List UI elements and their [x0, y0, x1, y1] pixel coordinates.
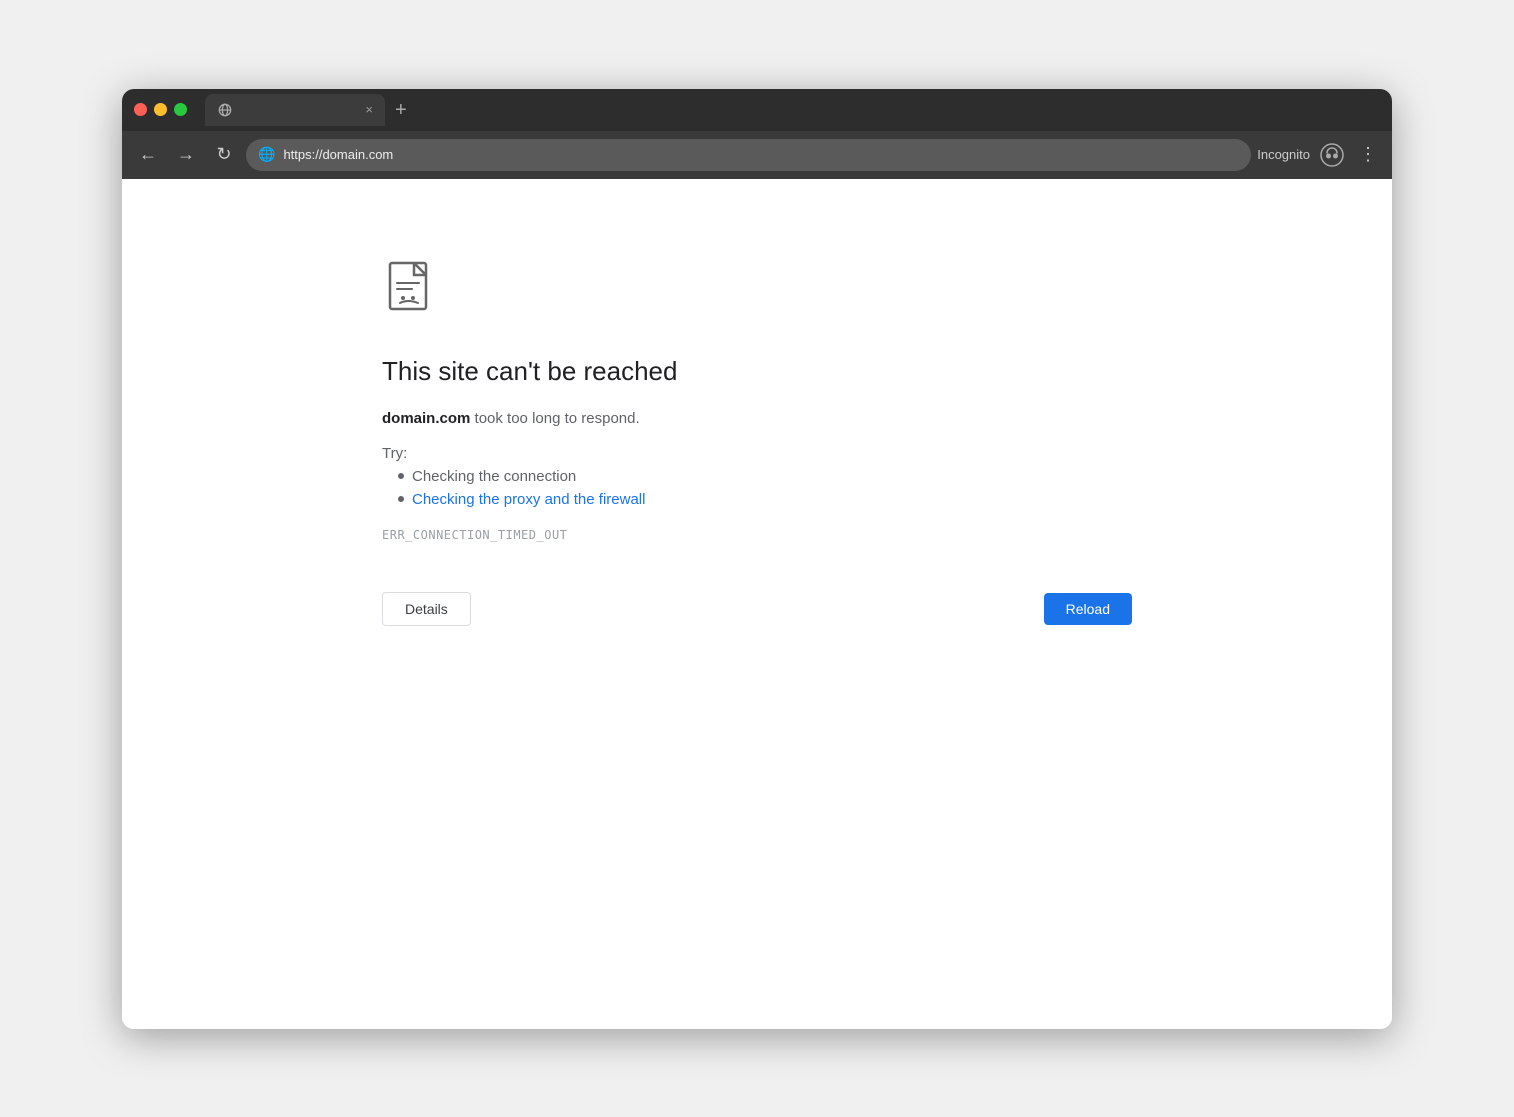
error-code: ERR_CONNECTION_TIMED_OUT — [382, 528, 1132, 542]
incognito-icon — [1318, 141, 1346, 169]
reload-button[interactable]: Reload — [1044, 593, 1132, 625]
toolbar-right: Incognito ⋮ — [1257, 141, 1382, 169]
incognito-label: Incognito — [1257, 147, 1310, 162]
proxy-firewall-link[interactable]: Checking the proxy and the firewall — [412, 491, 645, 508]
domain-bold: domain.com — [382, 410, 470, 427]
list-item[interactable]: Checking the proxy and the firewall — [398, 491, 1132, 508]
bullet-icon — [398, 473, 404, 479]
details-button[interactable]: Details — [382, 592, 471, 626]
button-row: Details Reload — [382, 592, 1132, 626]
new-tab-button[interactable]: + — [389, 100, 413, 120]
tab-favicon-icon — [217, 102, 233, 118]
error-container: This site can't be reached domain.com to… — [382, 259, 1132, 626]
browser-menu-button[interactable]: ⋮ — [1354, 144, 1382, 165]
close-window-button[interactable] — [134, 103, 147, 116]
title-bar: × + — [122, 89, 1392, 131]
tab-bar: × + — [205, 94, 1380, 126]
bullet-icon — [398, 496, 404, 502]
tab-close-button[interactable]: × — [365, 103, 373, 116]
sad-document-icon — [382, 259, 1132, 326]
description-rest: took too long to respond. — [470, 410, 639, 427]
list-item: Checking the connection — [398, 468, 1132, 485]
error-description: domain.com took too long to respond. — [382, 407, 1132, 431]
reload-page-button[interactable]: ↻ — [208, 139, 240, 171]
forward-button[interactable]: → — [170, 139, 202, 171]
error-heading: This site can't be reached — [382, 356, 1132, 387]
browser-toolbar: ← → ↻ 🌐 https://domain.com Incognito ⋮ — [122, 131, 1392, 179]
try-label: Try: — [382, 445, 1132, 462]
traffic-lights — [134, 103, 187, 116]
browser-tab[interactable]: × — [205, 94, 385, 126]
suggestions-list: Checking the connection Checking the pro… — [398, 468, 1132, 508]
maximize-window-button[interactable] — [174, 103, 187, 116]
back-button[interactable]: ← — [132, 139, 164, 171]
address-text: https://domain.com — [283, 147, 1239, 162]
minimize-window-button[interactable] — [154, 103, 167, 116]
address-bar[interactable]: 🌐 https://domain.com — [246, 139, 1251, 171]
address-secure-icon: 🌐 — [258, 146, 275, 163]
page-content: This site can't be reached domain.com to… — [122, 179, 1392, 1029]
browser-window: × + ← → ↻ 🌐 https://domain.com Incognito… — [122, 89, 1392, 1029]
suggestion-connection: Checking the connection — [412, 468, 576, 485]
